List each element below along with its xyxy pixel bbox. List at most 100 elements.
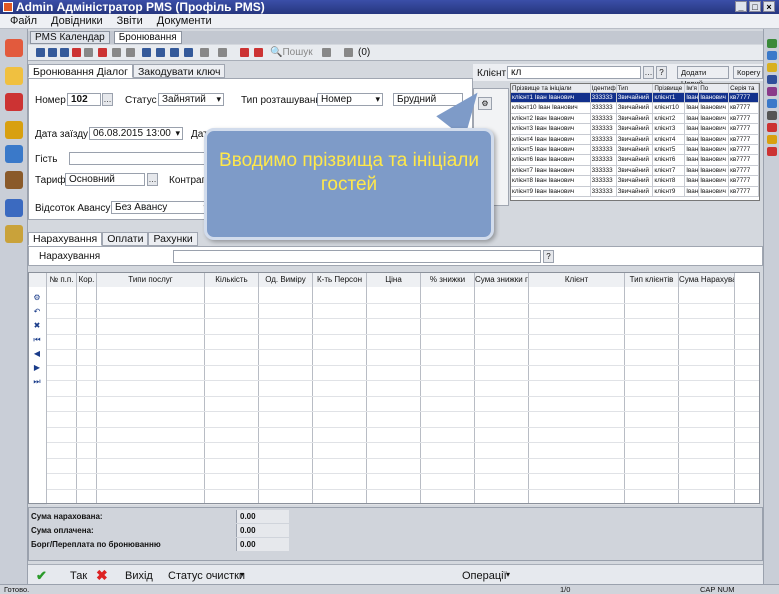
room-lookup-button[interactable]: …	[102, 93, 113, 106]
refresh-icon[interactable]	[767, 39, 777, 48]
edit-client-button[interactable]: Корегу	[733, 66, 763, 79]
prev-row-icon[interactable]: ◀	[31, 349, 43, 359]
client-row[interactable]: клієнт6 Іван Іванович 333333 Звичайний кліє…	[511, 155, 759, 166]
client-row[interactable]: клієнт10 Іван Іванович 333333 Звичайний клі…	[511, 103, 759, 114]
first-record-icon[interactable]	[142, 48, 151, 57]
tariff-lookup-button[interactable]: …	[147, 173, 158, 186]
new-icon[interactable]	[60, 48, 69, 57]
undo-icon[interactable]	[72, 48, 81, 57]
tab-booking[interactable]: Бронювання	[113, 31, 182, 44]
grid-settings-icon[interactable]: ⚙	[31, 293, 43, 303]
column-header[interactable]: Сума Нарахування	[679, 273, 735, 287]
save-icon[interactable]	[36, 48, 45, 57]
column-header[interactable]: № п.п.	[47, 273, 77, 287]
column-header[interactable]: Ціна	[367, 273, 421, 287]
maximize-button[interactable]: □	[749, 1, 761, 12]
table-row[interactable]	[47, 442, 759, 443]
table-row[interactable]	[47, 473, 759, 474]
last-row-icon[interactable]: ⏭	[31, 377, 43, 387]
paste-icon[interactable]	[126, 48, 135, 57]
table-row[interactable]	[47, 349, 759, 350]
search-button[interactable]: 🔍Пошук	[270, 47, 313, 58]
operations-button[interactable]: Операції	[462, 570, 507, 582]
column-header[interactable]: К-ть Персон	[313, 273, 367, 287]
print-icon[interactable]	[767, 111, 777, 120]
client-dropdown-grid[interactable]: Прізвище та ініціали Ідентиф Тип Прізвищ…	[510, 83, 760, 201]
advance-select[interactable]: Без Авансу	[111, 201, 211, 214]
client-row[interactable]: клієнт2 Іван Іванович 333333 Звичайний кліє…	[511, 113, 759, 125]
menu-file[interactable]: Файл	[10, 14, 37, 28]
client-row[interactable]: клієнт3 Іван Іванович 333333 Звичайний кліє…	[511, 124, 759, 135]
tab-invoices[interactable]: Рахунки	[148, 232, 198, 246]
delete-row-icon[interactable]: ✖	[31, 321, 43, 331]
save-close-icon[interactable]	[48, 48, 57, 57]
close-button[interactable]: ×	[763, 1, 775, 12]
next-row-icon[interactable]: ▶	[31, 363, 43, 373]
books-icon[interactable]	[5, 67, 23, 85]
cut-icon[interactable]	[767, 87, 777, 96]
tab-encode-key[interactable]: Закодувати ключ	[132, 64, 226, 78]
menu-documents[interactable]: Документи	[157, 14, 212, 28]
car-icon[interactable]	[5, 93, 23, 111]
table-row[interactable]	[47, 488, 759, 490]
menu-reports[interactable]: Звіти	[117, 14, 143, 28]
table-row[interactable]	[47, 302, 759, 304]
tab-booking-dialog[interactable]: Бронювання Діалог	[28, 64, 133, 78]
table-row[interactable]	[47, 457, 759, 459]
prev-record-icon[interactable]	[156, 48, 165, 57]
ok-button[interactable]: Так	[70, 570, 87, 582]
view-icon[interactable]	[344, 48, 353, 57]
placement-select[interactable]: Номер	[317, 93, 383, 106]
print-icon[interactable]	[84, 48, 93, 57]
monitor-icon[interactable]	[5, 145, 23, 163]
accruals-help-button[interactable]: ?	[543, 250, 554, 263]
sort-icon[interactable]	[240, 48, 249, 57]
client-row[interactable]: клієнт7 Іван Іванович 333333 Звичайний кліє…	[511, 165, 759, 177]
table-row[interactable]	[47, 380, 759, 381]
page-icon[interactable]	[218, 48, 227, 57]
next-record-icon[interactable]	[170, 48, 179, 57]
table-row[interactable]	[47, 318, 759, 319]
exit-icon[interactable]	[767, 147, 777, 156]
folder-icon[interactable]	[767, 63, 777, 72]
key-card-icon[interactable]	[5, 225, 23, 243]
tariff-field[interactable]: Основний	[65, 173, 145, 186]
first-row-icon[interactable]: ⏮	[31, 335, 43, 345]
room-field[interactable]: 102	[67, 93, 101, 106]
table-row[interactable]	[47, 333, 759, 335]
client-row[interactable]: клієнт5 Іван Іванович 333333 Звичайний кліє…	[511, 144, 759, 156]
column-header[interactable]: % знижки	[421, 273, 475, 287]
menu-references[interactable]: Довідники	[51, 14, 103, 28]
client-row[interactable]: клієнт4 Іван Іванович 333333 Звичайний кліє…	[511, 134, 759, 145]
column-header[interactable]: Од. Виміру	[259, 273, 313, 287]
table-row[interactable]	[47, 395, 759, 397]
column-header[interactable]: Кор.	[77, 273, 97, 287]
copy-icon[interactable]	[112, 48, 121, 57]
guest-field[interactable]	[69, 152, 209, 165]
accruals-input[interactable]	[173, 250, 541, 263]
client-help-button[interactable]: ?	[656, 66, 667, 79]
delete-icon[interactable]	[98, 48, 107, 57]
cleaning-status-button[interactable]: Статус очистки	[168, 570, 245, 582]
client-search-input[interactable]: кл	[507, 66, 641, 79]
add-new-client-button[interactable]: Додати Новий	[677, 66, 729, 88]
tab-accruals[interactable]: Нарахування	[28, 232, 103, 246]
client-row[interactable]: клієнт9 Іван Іванович 333333 Звичайний кліє…	[511, 186, 759, 197]
accruals-grid[interactable]: № п.п. Кор. Типи послуг Кількість Од. Виміру…	[28, 272, 760, 505]
tab-pms-calendar[interactable]: PMS Календар	[30, 31, 110, 44]
user-icon[interactable]	[5, 199, 23, 217]
column-header[interactable]: Кількість	[205, 273, 259, 287]
save-icon[interactable]	[767, 51, 777, 60]
last-record-icon[interactable]	[184, 48, 193, 57]
operations-dropdown-icon[interactable]: ▾	[506, 570, 510, 579]
calendar-icon[interactable]	[5, 39, 23, 57]
grid-icon[interactable]	[200, 48, 209, 57]
client-row[interactable]: клієнт1 Іван Іванович 333333 Звичайний кліє…	[511, 93, 759, 104]
status-select[interactable]: Зайнятий	[158, 93, 224, 106]
table-row[interactable]	[47, 411, 759, 412]
table-row[interactable]	[47, 364, 759, 366]
filter-icon[interactable]	[322, 48, 331, 57]
coins-icon[interactable]	[5, 121, 23, 139]
tab-payments[interactable]: Оплати	[102, 232, 149, 246]
column-header[interactable]: Сума знижки грн	[475, 273, 529, 287]
